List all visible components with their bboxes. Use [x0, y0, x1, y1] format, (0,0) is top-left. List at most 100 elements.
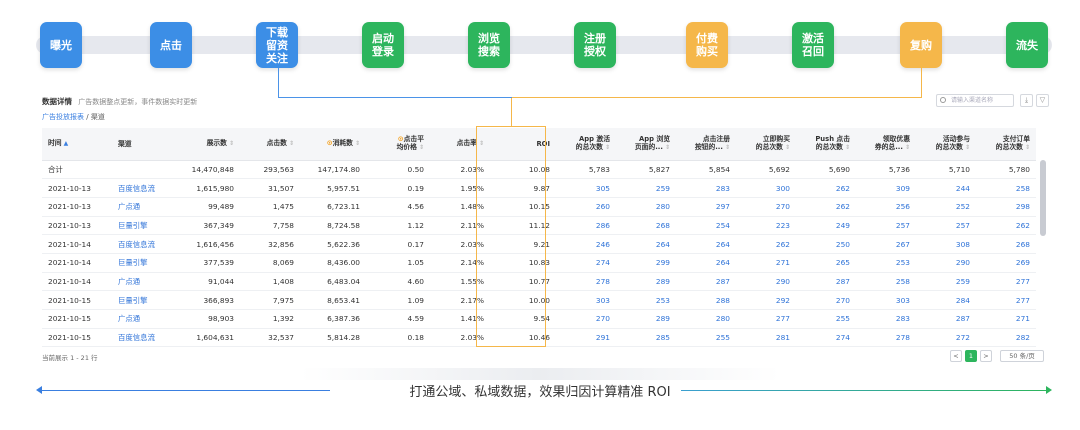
vertical-scrollbar[interactable]	[1040, 160, 1046, 236]
table-cell: 262	[736, 234, 796, 254]
column-header[interactable]: 活动参与 的总次数 ⇕	[916, 128, 976, 161]
stage: 曝光 点击 下载 留资 关注 启动 登录 浏览 搜索 注册 授权 付费 购买 激活 召回 复购 流…	[0, 0, 1080, 430]
table-cell[interactable]: 广点通	[112, 197, 176, 217]
sort-icon[interactable]: ⇕	[1025, 144, 1030, 151]
table-cell[interactable]: 巨量引擎	[112, 253, 176, 273]
filter-button[interactable]: ▽	[1036, 94, 1049, 107]
table-cell: 0.18	[366, 328, 430, 348]
funnel-step-8: 激活 召回	[792, 22, 834, 68]
breadcrumb-root[interactable]: 广告投放报表	[42, 113, 84, 121]
table-cell: 367,349	[176, 216, 240, 236]
column-header[interactable]: 立即购买 的总次数 ⇕	[736, 128, 796, 161]
sort-icon[interactable]: ⇕	[965, 144, 970, 151]
table-cell[interactable]: 巨量引擎	[112, 290, 176, 310]
table-cell: 6,483.04	[300, 272, 366, 292]
sort-icon[interactable]: ⇕	[355, 140, 360, 147]
section-subtitle: 广告数据整点更新，事件数据实时更新	[78, 98, 198, 106]
page-size-select[interactable]: 50 条/页	[1000, 350, 1044, 362]
funnel-step-label: 启动 登录	[372, 32, 394, 58]
table-cell[interactable]: 广点通	[112, 272, 176, 292]
column-header[interactable]: 渠道	[112, 128, 176, 161]
sort-icon[interactable]: ⇕	[845, 144, 850, 151]
column-header[interactable]: App 激活 的总次数 ⇕	[556, 128, 616, 161]
connector-left	[278, 68, 512, 98]
table-cell: 8,724.58	[300, 216, 366, 236]
breadcrumb: 广告投放报表 / 渠道	[42, 112, 105, 122]
column-header-label: 按钮的...	[694, 143, 723, 152]
table-cell[interactable]: 百度信息流	[112, 178, 176, 198]
table-cell: 8,653.41	[300, 290, 366, 310]
sort-icon[interactable]: ▲	[64, 140, 69, 147]
table-cell: 6,387.36	[300, 309, 366, 329]
column-header[interactable]: 展示数 ⇕	[176, 128, 240, 161]
sort-icon[interactable]: ⇕	[665, 144, 670, 151]
column-header[interactable]: 点击注册 按钮的... ⇕	[676, 128, 736, 161]
page-1-button[interactable]: 1	[965, 350, 977, 362]
table-cell: 1,392	[240, 309, 300, 329]
table-cell: 377,539	[176, 253, 240, 273]
table-cell: 259	[616, 178, 676, 198]
column-header[interactable]: ⊙点击平 均价格 ⇕	[366, 128, 430, 161]
table-cell: 287	[916, 309, 976, 329]
sort-icon[interactable]: ⇕	[289, 140, 294, 147]
column-header[interactable]: 时间 ▲	[42, 128, 112, 161]
table-cell: 31,507	[240, 178, 300, 198]
table-cell[interactable]: 百度信息流	[112, 328, 176, 348]
table-cell: 5,780	[976, 160, 1036, 180]
download-button[interactable]: ⤓	[1020, 94, 1033, 107]
sort-icon[interactable]: ⇕	[905, 144, 910, 151]
funnel-step-1: 曝光	[40, 22, 82, 68]
table-cell: 2021-10-15	[42, 309, 112, 329]
funnel-step-3: 下载 留资 关注	[256, 22, 298, 68]
table-cell: 291	[556, 328, 616, 348]
column-header[interactable]: Push 点击 的总次数 ⇕	[796, 128, 856, 161]
table-cell: 278	[856, 328, 916, 348]
table-cell: 262	[796, 178, 856, 198]
funnel-step-4: 启动 登录	[362, 22, 404, 68]
table-cell: 1,408	[240, 272, 300, 292]
column-header[interactable]: 点击数 ⇕	[240, 128, 300, 161]
table-cell: 5,814.28	[300, 328, 366, 348]
column-header[interactable]: ⊙消耗数 ⇕	[300, 128, 366, 161]
table-cell: 5,736	[856, 160, 916, 180]
filter-icon: ▽	[1039, 96, 1046, 104]
sort-icon[interactable]: ⇕	[785, 144, 790, 151]
table-cell: 287	[796, 272, 856, 292]
table-cell[interactable]: 百度信息流	[112, 234, 176, 254]
page-next-button[interactable]: >	[980, 350, 992, 362]
table-cell: 0.17	[366, 234, 430, 254]
table-cell: 7,975	[240, 290, 300, 310]
column-header[interactable]: 支付订单 的总次数 ⇕	[976, 128, 1036, 161]
column-header-label: 点击率	[456, 139, 477, 148]
search-input[interactable]: 请输入渠道名称	[936, 94, 1014, 107]
table-cell: 147,174.80	[300, 160, 366, 180]
table-cell: 1.12	[366, 216, 430, 236]
funnel-step-label: 浏览 搜索	[478, 32, 500, 58]
sort-icon[interactable]: ⇕	[229, 140, 234, 147]
page-prev-button[interactable]: <	[950, 350, 962, 362]
table-cell: 267	[856, 234, 916, 254]
breadcrumb-separator: /	[86, 113, 89, 121]
table-cell: 2021-10-13	[42, 178, 112, 198]
table-cell: 283	[856, 309, 916, 329]
sort-icon[interactable]: ⇕	[419, 144, 424, 151]
table-cell: 252	[916, 197, 976, 217]
column-header[interactable]: App 浏览 页面的... ⇕	[616, 128, 676, 161]
funnel-step-label: 曝光	[50, 38, 72, 52]
table-cell: 223	[736, 216, 796, 236]
sort-icon[interactable]: ⇕	[605, 144, 610, 151]
table-cell: 274	[796, 328, 856, 348]
sort-icon[interactable]: ⇕	[725, 144, 730, 151]
table-cell[interactable]: 广点通	[112, 309, 176, 329]
column-header[interactable]: 领取优惠 券的总... ⇕	[856, 128, 916, 161]
column-header-label: 的总次数	[935, 143, 963, 152]
funnel-step-label: 付费 购买	[696, 32, 718, 58]
table-cell: 298	[976, 197, 1036, 217]
table-cell: 合计	[42, 160, 112, 180]
table-cell: 282	[976, 328, 1036, 348]
column-header-label: 的总次数	[995, 143, 1023, 152]
table-shadow	[300, 368, 780, 380]
table-cell[interactable]: 巨量引擎	[112, 216, 176, 236]
table-cell: 5,827	[616, 160, 676, 180]
search-placeholder: 请输入渠道名称	[951, 97, 994, 104]
